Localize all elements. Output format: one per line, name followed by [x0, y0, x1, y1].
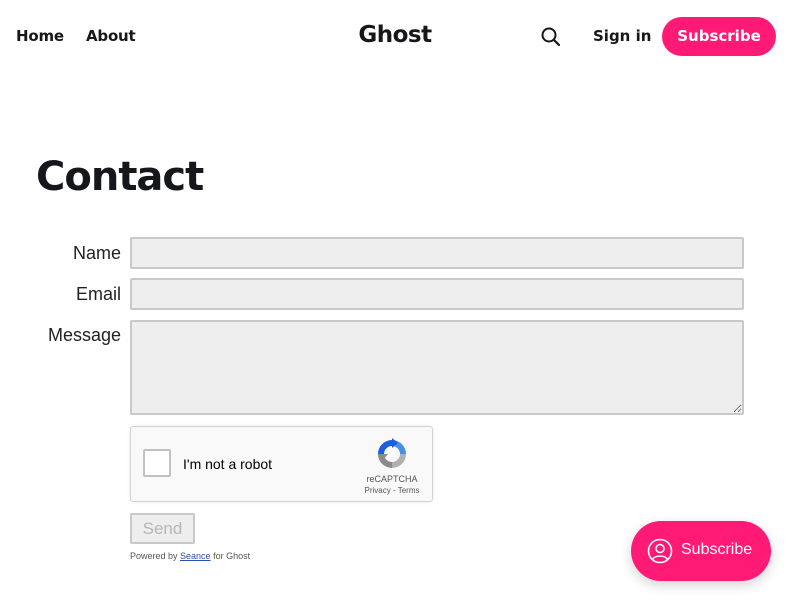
- seance-link[interactable]: Seance: [180, 551, 211, 561]
- search-button[interactable]: [540, 26, 562, 48]
- send-button[interactable]: Send: [130, 513, 195, 544]
- recaptcha-label: I'm not a robot: [183, 456, 273, 472]
- powered-by-suffix: for Ghost: [210, 551, 251, 561]
- recaptcha-separator: -: [390, 486, 398, 495]
- message-field[interactable]: [130, 320, 744, 415]
- recaptcha-privacy-link[interactable]: Privacy: [365, 486, 391, 495]
- name-field[interactable]: [130, 237, 744, 269]
- recaptcha-logo-icon: [378, 438, 406, 468]
- message-label: Message: [47, 325, 121, 345]
- powered-by-note: Powered by Seance for Ghost: [130, 551, 250, 561]
- search-icon: [541, 27, 561, 47]
- recaptcha-widget: I'm not a robot reCAPTCHA Privacy - Term…: [130, 426, 433, 502]
- portal-subscribe-label: Subscribe: [681, 541, 753, 558]
- page-title: Contact: [36, 154, 204, 200]
- sign-in-link[interactable]: Sign in: [593, 27, 651, 45]
- name-label: Name: [72, 243, 121, 263]
- email-label: Email: [75, 284, 121, 304]
- portal-subscribe-button[interactable]: Subscribe: [631, 521, 771, 581]
- recaptcha-links: Privacy - Terms: [357, 486, 427, 495]
- site-header: Home About Ghost Sign in Subscribe: [0, 0, 790, 74]
- powered-by-prefix: Powered by: [130, 551, 181, 561]
- user-circle-icon: [647, 538, 673, 564]
- recaptcha-brand: reCAPTCHA: [366, 474, 418, 484]
- email-field[interactable]: [130, 278, 744, 310]
- recaptcha-checkbox[interactable]: [143, 449, 171, 477]
- header-subscribe-button[interactable]: Subscribe: [662, 17, 776, 56]
- recaptcha-terms-link[interactable]: Terms: [398, 486, 420, 495]
